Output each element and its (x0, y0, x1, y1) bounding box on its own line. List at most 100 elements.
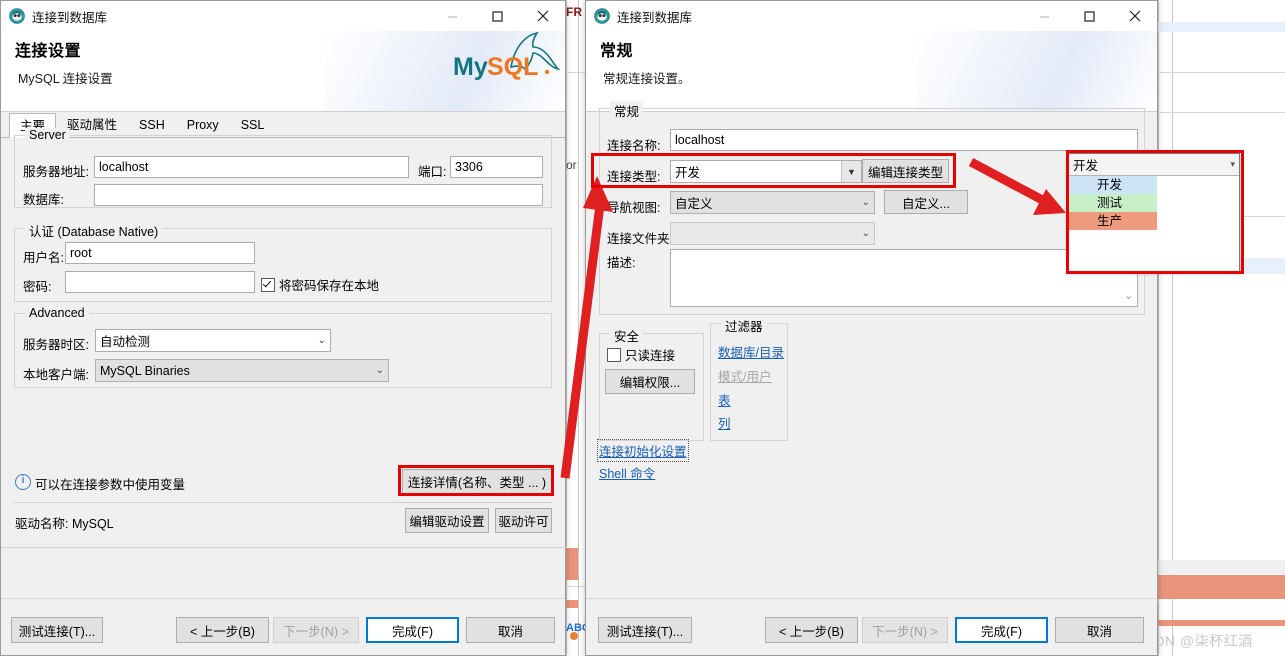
checkbox-box (261, 277, 275, 292)
app-icon (594, 8, 610, 24)
save-password-checkbox[interactable]: 将密码保存在本地 (261, 275, 379, 294)
description-label: 描述: (607, 256, 636, 270)
chevron-down-icon[interactable]: ▼ (841, 161, 861, 182)
filter-group-legend: 过滤器 (721, 316, 767, 335)
tab-proxy[interactable]: Proxy (176, 112, 230, 137)
auth-group-legend: 认证 (Database Native) (25, 221, 163, 240)
server-timezone-label: 服务器时区: (23, 338, 89, 352)
bg-text-fragment: FR (566, 5, 582, 19)
dropdown-item-label: 生产 (1097, 214, 1123, 228)
bg-divider (578, 0, 579, 656)
next-button: 下一步(N) > (273, 617, 359, 643)
bg-row-orange (566, 600, 578, 608)
navigator-view-combo[interactable]: 自定义 ⌄ (670, 191, 875, 214)
edit-driver-settings-button[interactable]: 编辑驱动设置 (405, 508, 489, 533)
chevron-down-icon: ⌄ (317, 335, 326, 346)
cancel-button[interactable]: 取消 (1055, 617, 1144, 643)
test-connection-button[interactable]: 测试连接(T)... (11, 617, 103, 643)
back-button[interactable]: < 上一步(B) (176, 617, 269, 643)
right-footer: 测试连接(T)... < 上一步(B) 下一步(N) > 完成(F) 取消 (586, 598, 1157, 655)
local-client-label: 本地客户端: (23, 368, 89, 382)
dropdown-item-dev[interactable]: 开发 (1069, 176, 1157, 194)
shell-commands-link[interactable]: Shell 命令 (599, 463, 655, 482)
connection-init-settings-link[interactable]: 连接初始化设置 (597, 439, 689, 462)
dropdown-item-prod[interactable]: 生产 (1069, 212, 1157, 230)
bg-text-fragment: or (566, 158, 577, 172)
password-label: 密码: (23, 280, 52, 294)
connection-type-value: 开发 (675, 166, 701, 180)
readonly-connection-label: 只读连接 (625, 349, 676, 363)
right-window-title: 连接到数据库 (617, 10, 693, 25)
app-icon (9, 8, 25, 24)
cancel-button[interactable]: 取消 (466, 617, 555, 643)
filter-link-databases[interactable]: 数据库/目录 (718, 342, 784, 361)
right-header: 常规 常规连接设置。 (586, 31, 1157, 112)
host-input[interactable]: localhost (94, 156, 409, 178)
finish-button[interactable]: 完成(F) (955, 617, 1048, 643)
port-input[interactable]: 3306 (450, 156, 543, 178)
connection-details-button[interactable]: 连接详情(名称、类型 ... ) (402, 469, 552, 494)
close-icon[interactable] (1112, 1, 1157, 31)
variables-hint: 可以在连接参数中使用变量 (35, 478, 186, 492)
test-connection-button[interactable]: 测试连接(T)... (598, 617, 692, 643)
driver-name-label: 驱动名称: MySQL (15, 517, 114, 531)
tab-ssh[interactable]: SSH (128, 112, 176, 137)
driver-license-button[interactable]: 驱动许可 (495, 508, 552, 533)
connection-type-combo[interactable]: 开发 ▼ (670, 160, 862, 183)
bg-rule (1158, 112, 1285, 113)
bg-divider (1172, 0, 1173, 656)
filter-link-tables[interactable]: 表 (718, 390, 731, 409)
bg-row-orange (1158, 620, 1285, 626)
bg-row-band (1158, 560, 1285, 574)
chevron-down-icon: ⌄ (375, 365, 384, 376)
filter-link-schemas: 模式/用户 (718, 370, 772, 384)
connection-type-dropdown-popup[interactable]: 开发 ▾ 开发 测试 生产 (1068, 153, 1240, 271)
info-icon: i (15, 474, 31, 490)
scroll-down-icon[interactable]: ⌄ (1124, 289, 1133, 302)
database-input[interactable] (94, 184, 543, 206)
dropdown-item-label: 测试 (1097, 196, 1123, 210)
connection-folder-label: 连接文件夹: (607, 232, 673, 246)
chevron-down-icon: ⌄ (861, 197, 870, 208)
connection-folder-combo[interactable]: ⌄ (670, 222, 875, 245)
connection-type-label: 连接类型: (607, 170, 661, 184)
filter-link-columns[interactable]: 列 (718, 413, 731, 432)
server-timezone-value: 自动检测 (100, 335, 151, 349)
left-window-title: 连接到数据库 (32, 10, 108, 25)
readonly-connection-checkbox[interactable]: 只读连接 (607, 345, 675, 364)
right-titlebar: 连接到数据库 (586, 1, 1157, 31)
server-group-legend: Server (25, 128, 70, 142)
mysql-logo: My SQL (453, 27, 561, 92)
tab-ssl[interactable]: SSL (230, 112, 276, 137)
port-label: 端口: (418, 165, 447, 179)
back-button[interactable]: < 上一步(B) (765, 617, 858, 643)
maximize-icon[interactable] (1067, 1, 1112, 31)
dropdown-selected-value: 开发 (1073, 159, 1099, 173)
next-button: 下一步(N) > (862, 617, 948, 643)
dropdown-item-label: 开发 (1097, 178, 1123, 192)
navigator-view-customize-button[interactable]: 自定义... (884, 190, 968, 214)
advanced-group-legend: Advanced (25, 306, 89, 320)
dropdown-selected-row[interactable]: 开发 ▾ (1069, 154, 1239, 176)
database-label: 数据库: (23, 193, 64, 207)
dropdown-item-test[interactable]: 测试 (1069, 194, 1157, 212)
divider (14, 502, 552, 503)
password-input[interactable] (65, 271, 255, 293)
checkbox-box (607, 347, 621, 362)
bg-row-orange (1158, 575, 1285, 599)
svg-text:SQL: SQL (487, 53, 538, 81)
minimize-icon[interactable] (1022, 1, 1067, 31)
bg-row-orange (566, 548, 578, 580)
chevron-down-icon: ⌄ (861, 228, 870, 239)
edit-permissions-button[interactable]: 编辑权限... (605, 369, 695, 394)
connection-name-label: 连接名称: (607, 139, 661, 153)
local-client-combo[interactable]: MySQL Binaries ⌄ (95, 359, 389, 382)
chevron-down-icon[interactable]: ▾ (1230, 159, 1235, 170)
server-timezone-combo[interactable]: 自动检测 ⌄ (95, 329, 331, 352)
connection-name-input[interactable]: localhost (670, 129, 1138, 151)
general-group-legend: 常规 (610, 101, 644, 120)
username-input[interactable]: root (65, 242, 255, 264)
navigator-view-label: 导航视图: (607, 201, 661, 215)
edit-connection-type-button[interactable]: 编辑连接类型 (862, 159, 949, 183)
finish-button[interactable]: 完成(F) (366, 617, 459, 643)
